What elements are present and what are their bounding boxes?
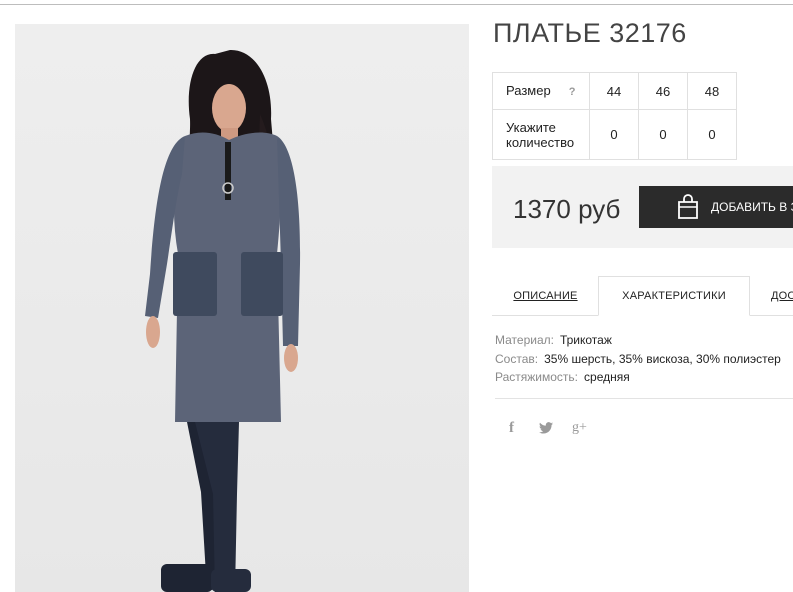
property-key: Растяжимость: xyxy=(495,370,579,384)
size-44: 44 xyxy=(589,72,639,110)
property-value: 35% шерсть, 35% вискоза, 30% полиэстер xyxy=(544,351,781,366)
property-material: Материал: Трикотаж xyxy=(495,331,781,350)
size-48: 48 xyxy=(687,72,737,110)
size-46: 46 xyxy=(638,72,688,110)
size-help-icon[interactable]: ? xyxy=(569,86,576,98)
add-to-cart-label: ДОБАВИТЬ В З xyxy=(711,200,793,214)
tab-delivery[interactable]: ДОС xyxy=(750,276,793,316)
top-divider xyxy=(0,4,793,5)
product-title: ПЛАТЬЕ 32176 xyxy=(493,18,687,48)
size-label-cell: Размер? xyxy=(492,72,590,110)
facebook-icon[interactable]: f xyxy=(509,420,514,437)
quantity-input-46[interactable]: 0 xyxy=(638,109,688,160)
characteristics-list: Материал: Трикотаж Состав: 35% шерсть, 35%… xyxy=(495,331,781,387)
property-key: Материал: xyxy=(495,333,554,347)
size-row: Размер? 44 46 48 xyxy=(492,72,737,110)
product-photo xyxy=(15,24,469,592)
property-value: Трикотаж xyxy=(559,333,612,347)
quantity-label: Укажите количество xyxy=(492,109,590,160)
props-divider xyxy=(495,398,793,399)
shopping-bag-icon xyxy=(678,194,698,219)
tab-characteristics[interactable]: ХАРАКТЕРИСТИКИ xyxy=(598,276,750,316)
price: 1370 руб xyxy=(513,194,621,224)
quantity-row: Укажите количество 0 0 0 xyxy=(492,109,737,160)
property-value: средняя xyxy=(584,370,630,384)
model-illustration xyxy=(145,49,301,592)
property-composition: Состав: 35% шерсть, 35% вискоза, 30% поли… xyxy=(495,350,781,369)
size-table: Размер? 44 46 48 Укажите количество 0 0 … xyxy=(492,72,737,160)
google-plus-icon[interactable]: g+ xyxy=(572,420,587,436)
twitter-icon[interactable] xyxy=(539,421,553,439)
property-stretch: Растяжимость: средняя xyxy=(495,368,781,387)
add-to-cart-button[interactable]: ДОБАВИТЬ В З xyxy=(639,186,793,228)
size-label: Размер xyxy=(506,82,551,98)
price-bar: 1370 руб ДОБАВИТЬ В З xyxy=(492,166,793,248)
quantity-input-44[interactable]: 0 xyxy=(589,109,639,160)
quantity-input-48[interactable]: 0 xyxy=(687,109,737,160)
property-key: Состав: xyxy=(495,351,539,366)
tab-description[interactable]: ОПИСАНИЕ xyxy=(492,276,599,316)
